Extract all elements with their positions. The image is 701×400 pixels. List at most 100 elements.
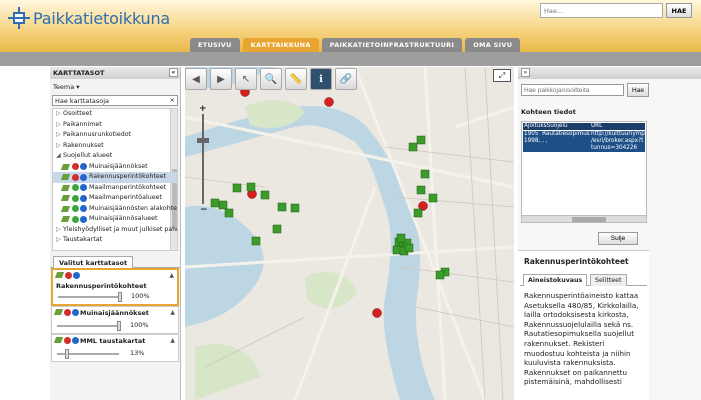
site-search-input[interactable] xyxy=(540,3,663,18)
layer-info-icon[interactable] xyxy=(72,337,79,344)
tab-karttaikkuna[interactable]: KARTTAIKKUNA xyxy=(242,38,319,52)
building-heritage-marker[interactable] xyxy=(224,208,234,218)
tab-selected-layers[interactable]: Valitut karttatasot xyxy=(53,256,134,268)
layer-tree-item[interactable]: Maailmanperintöalueet xyxy=(53,193,177,204)
remove-layer-icon[interactable] xyxy=(64,337,71,344)
building-heritage-marker[interactable] xyxy=(232,183,242,193)
add-layer-icon[interactable] xyxy=(72,184,79,191)
info-icon[interactable]: ℹ xyxy=(310,68,332,90)
zoom-slider-handle[interactable] xyxy=(197,138,209,143)
heritage-site-marker[interactable] xyxy=(372,308,382,318)
tab-selitteet[interactable]: Selitteet xyxy=(590,274,627,286)
layer-info-icon[interactable] xyxy=(80,184,87,191)
collapsed-triangle-icon[interactable]: ▷ xyxy=(56,225,63,236)
clear-filter-icon[interactable]: × xyxy=(170,96,175,104)
building-heritage-marker[interactable] xyxy=(396,233,406,243)
layer-tree-item[interactable]: Muinaisjäännökset xyxy=(53,162,177,173)
opacity-slider-handle[interactable] xyxy=(64,349,69,359)
back-arrow-icon[interactable]: ◀ xyxy=(185,68,207,90)
map-view[interactable] xyxy=(185,67,514,400)
fullscreen-icon[interactable]: ⤢ xyxy=(493,69,511,82)
layer-info-icon[interactable] xyxy=(80,163,87,170)
measure-icon[interactable]: 📏 xyxy=(285,68,307,90)
layer-tree-item[interactable]: ▷ Osoitteet xyxy=(53,109,177,120)
grid-row[interactable]: 1998, , , /esri/broker.aspx?t xyxy=(523,138,645,145)
building-heritage-marker[interactable] xyxy=(420,169,430,179)
layer-info-icon[interactable] xyxy=(72,309,79,316)
opacity-slider[interactable]: 100% xyxy=(52,319,178,333)
add-layer-icon[interactable] xyxy=(72,205,79,212)
collapse-right-button[interactable]: » xyxy=(521,68,530,77)
collapsed-triangle-icon[interactable]: ▷ xyxy=(56,109,63,120)
heritage-site-marker[interactable] xyxy=(324,97,334,107)
collapsed-triangle-icon[interactable]: ▷ xyxy=(56,141,63,152)
selected-layer-card[interactable]: MML taustakartat ▲ 13% xyxy=(51,334,179,362)
layer-tree-item[interactable]: Muinaisjäännösalueet xyxy=(53,214,177,225)
building-heritage-marker[interactable] xyxy=(435,270,445,280)
zoom-box-icon[interactable]: 🔍 xyxy=(260,68,282,90)
selected-layer-card[interactable]: Muinaisjäännökset ▲ 100% xyxy=(51,306,179,334)
theme-dropdown[interactable]: Teema ▾ xyxy=(53,83,177,91)
zoom-in-icon[interactable]: + xyxy=(199,104,207,114)
layer-tree-item[interactable]: Maailmanperintökohteet xyxy=(53,183,177,194)
layer-tree-item[interactable]: ▷ Rakennukset xyxy=(53,141,177,152)
zoom-out-icon[interactable]: − xyxy=(200,205,208,215)
site-search-button[interactable]: HAE xyxy=(666,3,692,18)
place-search-input[interactable] xyxy=(521,84,624,96)
layer-options-caret-icon[interactable]: ▲ xyxy=(170,337,175,344)
opacity-slider[interactable]: 13% xyxy=(52,347,178,361)
building-heritage-marker[interactable] xyxy=(404,243,414,253)
building-heritage-marker[interactable] xyxy=(413,208,423,218)
grid-row[interactable]: tunnus=304226 xyxy=(523,145,645,152)
remove-layer-icon[interactable] xyxy=(72,163,79,170)
add-layer-icon[interactable] xyxy=(72,194,79,202)
pointer-icon[interactable]: ↖ xyxy=(235,68,257,90)
layer-tree-item[interactable]: ▷ Paikannimet xyxy=(53,120,177,131)
layer-info-icon[interactable] xyxy=(80,173,87,181)
building-heritage-marker[interactable] xyxy=(277,202,287,212)
collapsed-triangle-icon[interactable]: ▷ xyxy=(56,130,63,141)
forward-arrow-icon[interactable]: ▶ xyxy=(210,68,232,90)
layer-info-icon[interactable] xyxy=(80,215,87,223)
building-heritage-marker[interactable] xyxy=(251,236,261,246)
building-heritage-marker[interactable] xyxy=(246,182,256,192)
grid-horizontal-scrollbar[interactable] xyxy=(521,215,647,223)
building-heritage-marker[interactable] xyxy=(218,200,228,210)
layer-filter-input[interactable]: Hae karttatasoja × xyxy=(52,95,178,106)
collapse-left-button[interactable]: « xyxy=(169,68,178,77)
building-heritage-marker[interactable] xyxy=(260,190,270,200)
layer-tree-item[interactable]: ▷ Yleishyödylliset ja muut julkiset palve… xyxy=(53,225,177,236)
layer-info-icon[interactable] xyxy=(80,205,87,212)
opacity-slider[interactable]: 100% xyxy=(53,290,177,304)
building-heritage-marker[interactable] xyxy=(290,203,300,213)
collapsed-triangle-icon[interactable]: ▷ xyxy=(56,235,63,246)
remove-layer-icon[interactable] xyxy=(65,272,72,279)
logo[interactable]: Paikkatietoikkuna xyxy=(8,7,170,29)
link-icon[interactable]: 🔗 xyxy=(335,68,357,90)
close-info-button[interactable]: Sulje xyxy=(598,232,638,245)
layer-tree-item[interactable]: Muinaisjäännösten alakohte xyxy=(53,204,177,215)
building-heritage-marker[interactable] xyxy=(210,198,220,208)
layer-tree-item[interactable]: ▷ Taustakartat xyxy=(53,235,177,246)
building-heritage-marker[interactable] xyxy=(408,142,418,152)
opacity-slider-handle[interactable] xyxy=(118,292,122,302)
map-canvas[interactable] xyxy=(185,67,514,400)
tab-oma-sivu[interactable]: OMA SIVU xyxy=(465,38,521,52)
layer-tree-item[interactable]: Rakennusperintökohteet xyxy=(53,172,177,183)
layer-tree-item[interactable]: ▷ Paikannusrunkotiedot xyxy=(53,130,177,141)
collapsed-triangle-icon[interactable]: ▷ xyxy=(56,120,63,131)
building-heritage-marker[interactable] xyxy=(428,193,438,203)
building-heritage-marker[interactable] xyxy=(272,224,282,234)
remove-layer-icon[interactable] xyxy=(64,309,71,316)
layer-info-icon[interactable] xyxy=(80,194,87,202)
tab-etusivu[interactable]: ETUSIVU xyxy=(190,38,240,52)
place-search-button[interactable]: Hae xyxy=(627,83,649,97)
tab-paikkatietoinfrastruktuuri[interactable]: PAIKKATIETOINFRASTRUKTUURI xyxy=(321,38,463,52)
opacity-slider-handle[interactable] xyxy=(117,321,121,331)
layer-info-icon[interactable] xyxy=(73,272,80,279)
tab-aineistokuvaus[interactable]: Aineistokuvaus xyxy=(523,274,588,286)
expanded-triangle-icon[interactable]: ◢ xyxy=(56,151,63,162)
layer-tree-item[interactable]: ◢ Suojellut alueet xyxy=(53,151,177,162)
grid-row[interactable]: 1905 Rautatiesopimushttp://kulttuuriympa… xyxy=(523,131,646,138)
layer-options-caret-icon[interactable]: ▲ xyxy=(169,272,174,279)
